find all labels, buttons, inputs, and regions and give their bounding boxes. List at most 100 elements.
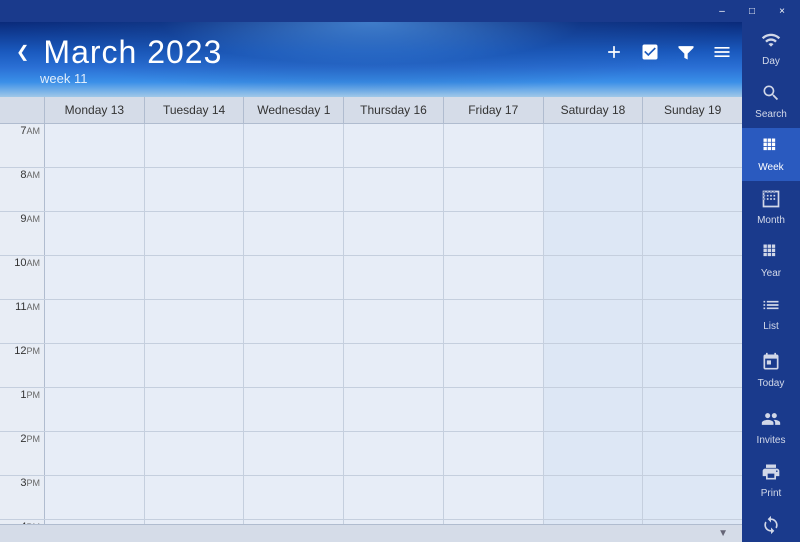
calendar-cell[interactable] [643,300,742,343]
calendar-cell[interactable] [643,388,742,431]
calendar-cell[interactable] [544,344,644,387]
calendar-cell[interactable] [145,476,245,519]
calendar-cell[interactable] [444,212,544,255]
calendar-cell[interactable] [643,124,742,167]
check-square-icon [640,42,660,62]
calendar-cell[interactable] [444,520,544,524]
calendar-cell[interactable] [244,300,344,343]
sidebar-item-week[interactable]: Week [742,128,800,181]
sidebar-item-search[interactable]: Search [742,75,800,128]
calendar-cell[interactable] [45,256,145,299]
calendar-cell[interactable] [45,388,145,431]
calendar-cell[interactable] [145,256,245,299]
sidebar-item-day[interactable]: Day [742,22,800,75]
sidebar-item-print[interactable]: Print [742,454,800,507]
calendar-cell[interactable] [344,300,444,343]
calendar-cell[interactable] [45,212,145,255]
plus-icon [604,42,624,62]
calendar-cell[interactable] [244,520,344,524]
calendar-cell[interactable] [45,476,145,519]
calendar-cell[interactable] [544,520,644,524]
calendar-cell[interactable] [544,256,644,299]
time-row: 11AM [0,300,742,344]
calendar-cell[interactable] [544,432,644,475]
sidebar-label-search: Search [755,109,787,120]
time-grid-scroll[interactable]: 7AM8AM9AM10AM11AM12PM1PM2PM3PM4PM5PM6PM [0,124,742,524]
calendar-cell[interactable] [444,476,544,519]
calendar-cell[interactable] [643,256,742,299]
calendar-cell[interactable] [145,168,245,211]
calendar-cell[interactable] [45,432,145,475]
calendar-cell[interactable] [145,388,245,431]
calendar-cell[interactable] [244,432,344,475]
calendar-cell[interactable] [45,344,145,387]
week-label: week 11 [40,71,742,86]
calendar-cell[interactable] [643,212,742,255]
calendar-cell[interactable] [244,124,344,167]
calendar-cell[interactable] [344,168,444,211]
calendar-cell[interactable] [643,344,742,387]
calendar-cell[interactable] [444,344,544,387]
calendar-cell[interactable] [344,344,444,387]
calendar-cell[interactable] [145,344,245,387]
calendar-cell[interactable] [544,300,644,343]
minimize-button[interactable]: – [708,2,736,20]
calendar-cell[interactable] [444,124,544,167]
check-button[interactable] [640,42,660,62]
calendar-cell[interactable] [643,168,742,211]
calendar-cell[interactable] [643,432,742,475]
calendar-cell[interactable] [344,256,444,299]
calendar-cell[interactable] [45,300,145,343]
sidebar-item-list[interactable]: List [742,287,800,340]
calendar-cell[interactable] [344,476,444,519]
calendar-cell[interactable] [145,432,245,475]
sidebar-item-year[interactable]: Year [742,234,800,287]
maximize-button[interactable]: □ [738,2,766,20]
calendar-cell[interactable] [344,520,444,524]
calendar-cell[interactable] [45,124,145,167]
calendar-cell[interactable] [444,432,544,475]
calendar-cell[interactable] [244,476,344,519]
calendar-cell[interactable] [544,168,644,211]
calendar-cell[interactable] [145,124,245,167]
calendar-cell[interactable] [444,388,544,431]
time-row: 3PM [0,476,742,520]
sidebar: Day Search Week Month [742,22,800,542]
menu-button[interactable] [712,42,732,62]
calendar-cell[interactable] [244,344,344,387]
sidebar-item-invites[interactable]: Invites [742,401,800,454]
calendar-cell[interactable] [145,300,245,343]
add-event-button[interactable] [604,42,624,62]
calendar-cell[interactable] [45,168,145,211]
calendar-cell[interactable] [544,476,644,519]
calendar-cell[interactable] [544,388,644,431]
time-grid: 7AM8AM9AM10AM11AM12PM1PM2PM3PM4PM5PM6PM [0,124,742,524]
calendar-cell[interactable] [444,300,544,343]
calendar-cell[interactable] [45,520,145,524]
calendar-cell[interactable] [145,212,245,255]
filter-button[interactable] [676,42,696,62]
calendar-cell[interactable] [344,212,444,255]
prev-arrow-button[interactable]: ❮ [10,40,35,64]
calendar-cell[interactable] [344,388,444,431]
calendar-cell[interactable] [244,388,344,431]
calendar-cell[interactable] [643,476,742,519]
calendar-cell[interactable] [444,168,544,211]
time-row: 9AM [0,212,742,256]
calendar-cell[interactable] [244,212,344,255]
sidebar-item-sync[interactable]: Sync [742,507,800,542]
calendar-cell[interactable] [145,520,245,524]
sidebar-item-month[interactable]: Month [742,181,800,234]
calendar-cell[interactable] [643,520,742,524]
calendar-cell[interactable] [344,432,444,475]
calendar-cell[interactable] [544,212,644,255]
calendar-cell[interactable] [244,256,344,299]
calendar-cell[interactable] [544,124,644,167]
calendar-cell[interactable] [444,256,544,299]
day-header-mon: Monday 13 [45,97,145,123]
hamburger-icon [712,42,732,62]
calendar-cell[interactable] [244,168,344,211]
sidebar-item-today[interactable]: Today [742,344,800,397]
close-button[interactable]: × [768,2,796,20]
calendar-cell[interactable] [344,124,444,167]
